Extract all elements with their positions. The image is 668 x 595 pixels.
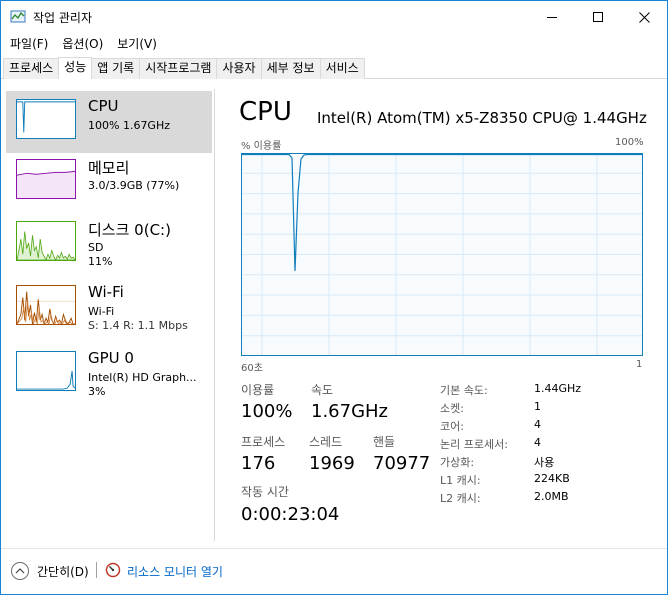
usage-label: 이용률 bbox=[241, 383, 275, 397]
spec-value: 2.0MB bbox=[534, 490, 569, 503]
close-button[interactable] bbox=[621, 1, 667, 33]
maximize-icon bbox=[593, 12, 603, 22]
sidebar-item-title: Wi-Fi bbox=[88, 283, 124, 301]
collapse-label[interactable]: 간단히(D) bbox=[37, 563, 89, 580]
tab-startup[interactable]: 시작프로그램 bbox=[139, 58, 218, 79]
close-icon bbox=[638, 11, 650, 23]
sidebar-item-detail: Intel(R) HD Graph... bbox=[88, 371, 197, 384]
sidebar-item-cpu[interactable]: CPU 100% 1.67GHz bbox=[6, 91, 212, 153]
sidebar-item-detail: Wi-Fi bbox=[88, 305, 115, 318]
sidebar-item-title: CPU bbox=[88, 97, 119, 115]
menu-view[interactable]: 보기(V) bbox=[110, 33, 164, 55]
spec-value: 1.44GHz bbox=[534, 382, 582, 395]
panel-divider bbox=[214, 89, 215, 541]
usage-value: 100% bbox=[241, 401, 293, 422]
gpu-thumbnail bbox=[16, 351, 76, 391]
footer-divider bbox=[1, 548, 667, 549]
disk-thumbnail bbox=[16, 221, 76, 261]
uptime-value: 0:00:23:04 bbox=[241, 504, 340, 525]
task-manager-window: 작업 관리자 파일(F) 옵션(O) 보기(V) 프로세스 성능 앱 기록 시작… bbox=[0, 0, 668, 595]
graph-y-max: 100% bbox=[615, 137, 644, 148]
spec-value: 사용 bbox=[534, 456, 555, 469]
graph-x-end: 1 bbox=[636, 359, 643, 370]
sidebar-item-title: 디스크 0(C:) bbox=[88, 221, 171, 239]
processes-label: 프로세스 bbox=[241, 435, 286, 449]
handles-value: 70977 bbox=[373, 453, 431, 474]
spec-label: 논리 프로세서: bbox=[440, 438, 508, 451]
threads-value: 1969 bbox=[309, 453, 355, 474]
resource-monitor-icon[interactable] bbox=[105, 562, 121, 578]
handles-label: 핸들 bbox=[373, 435, 396, 449]
sidebar-item-throughput: S: 1.4 R: 1.1 Mbps bbox=[88, 319, 188, 332]
sidebar-item-disk[interactable]: 디스크 0(C:) SD 11% bbox=[6, 215, 212, 277]
resource-sidebar: CPU 100% 1.67GHz 메모리 3.0/3.9GB (77%) 디스크… bbox=[6, 89, 214, 549]
spec-value: 4 bbox=[534, 436, 541, 449]
graph-x-start: 60초 bbox=[241, 363, 263, 374]
cpu-model-name: Intel(R) Atom(TM) x5-Z8350 CPU@ 1.44GHz bbox=[317, 109, 647, 127]
window-title: 작업 관리자 bbox=[33, 11, 93, 25]
tab-details[interactable]: 세부 정보 bbox=[260, 58, 321, 79]
tab-users[interactable]: 사용자 bbox=[216, 58, 262, 79]
cpu-usage-graph bbox=[241, 153, 643, 356]
spec-value: 224KB bbox=[534, 472, 570, 485]
spec-value: 4 bbox=[534, 418, 541, 431]
speed-value: 1.67GHz bbox=[311, 401, 389, 422]
processes-value: 176 bbox=[241, 453, 276, 474]
minimize-icon bbox=[547, 16, 557, 18]
maximize-button[interactable] bbox=[575, 1, 621, 33]
tab-performance[interactable]: 성능 bbox=[58, 57, 93, 79]
threads-label: 스레드 bbox=[309, 435, 343, 449]
sidebar-item-detail: SD bbox=[88, 241, 104, 254]
footer-separator bbox=[96, 562, 97, 578]
spec-label: 기본 속도: bbox=[440, 384, 488, 397]
sidebar-item-memory[interactable]: 메모리 3.0/3.9GB (77%) bbox=[6, 153, 212, 215]
spec-label: 가상화: bbox=[440, 456, 475, 469]
minimize-button[interactable] bbox=[529, 1, 575, 33]
speed-label: 속도 bbox=[311, 383, 334, 397]
tab-app-history[interactable]: 앱 기록 bbox=[91, 58, 141, 79]
page-title: CPU bbox=[239, 97, 292, 127]
cpu-thumbnail bbox=[16, 99, 76, 139]
spec-label: 소켓: bbox=[440, 402, 464, 415]
spec-label: L2 캐시: bbox=[440, 492, 481, 505]
sidebar-item-percent: 3% bbox=[88, 385, 106, 398]
spec-value: 1 bbox=[534, 400, 541, 413]
uptime-label: 작동 시간 bbox=[241, 485, 289, 499]
memory-thumbnail bbox=[16, 159, 76, 199]
title-bar[interactable]: 작업 관리자 bbox=[1, 1, 667, 33]
resource-monitor-link[interactable]: 리소스 모니터 열기 bbox=[127, 563, 223, 580]
tab-strip: 프로세스 성능 앱 기록 시작프로그램 사용자 세부 정보 서비스 bbox=[3, 57, 365, 79]
chevron-up-icon bbox=[15, 568, 25, 574]
menu-bar: 파일(F) 옵션(O) 보기(V) bbox=[1, 33, 164, 55]
menu-options[interactable]: 옵션(O) bbox=[55, 33, 110, 55]
sidebar-item-wifi[interactable]: Wi-Fi Wi-Fi S: 1.4 R: 1.1 Mbps bbox=[6, 281, 212, 343]
tab-services[interactable]: 서비스 bbox=[319, 58, 365, 79]
wifi-thumbnail bbox=[16, 285, 76, 325]
sidebar-item-title: GPU 0 bbox=[88, 349, 134, 367]
tab-processes[interactable]: 프로세스 bbox=[3, 58, 60, 79]
task-manager-icon bbox=[10, 10, 26, 23]
sidebar-item-detail: 100% 1.67GHz bbox=[88, 119, 171, 132]
graph-y-label: % 이용률 bbox=[241, 141, 282, 152]
collapse-button[interactable] bbox=[11, 562, 29, 580]
spec-label: 코어: bbox=[440, 420, 464, 433]
spec-label: L1 캐시: bbox=[440, 474, 481, 487]
sidebar-item-title: 메모리 bbox=[88, 159, 130, 177]
sidebar-item-percent: 11% bbox=[88, 255, 113, 268]
sidebar-item-detail: 3.0/3.9GB (77%) bbox=[88, 179, 180, 192]
menu-file[interactable]: 파일(F) bbox=[1, 33, 55, 55]
sidebar-item-gpu[interactable]: GPU 0 Intel(R) HD Graph... 3% bbox=[6, 347, 212, 409]
